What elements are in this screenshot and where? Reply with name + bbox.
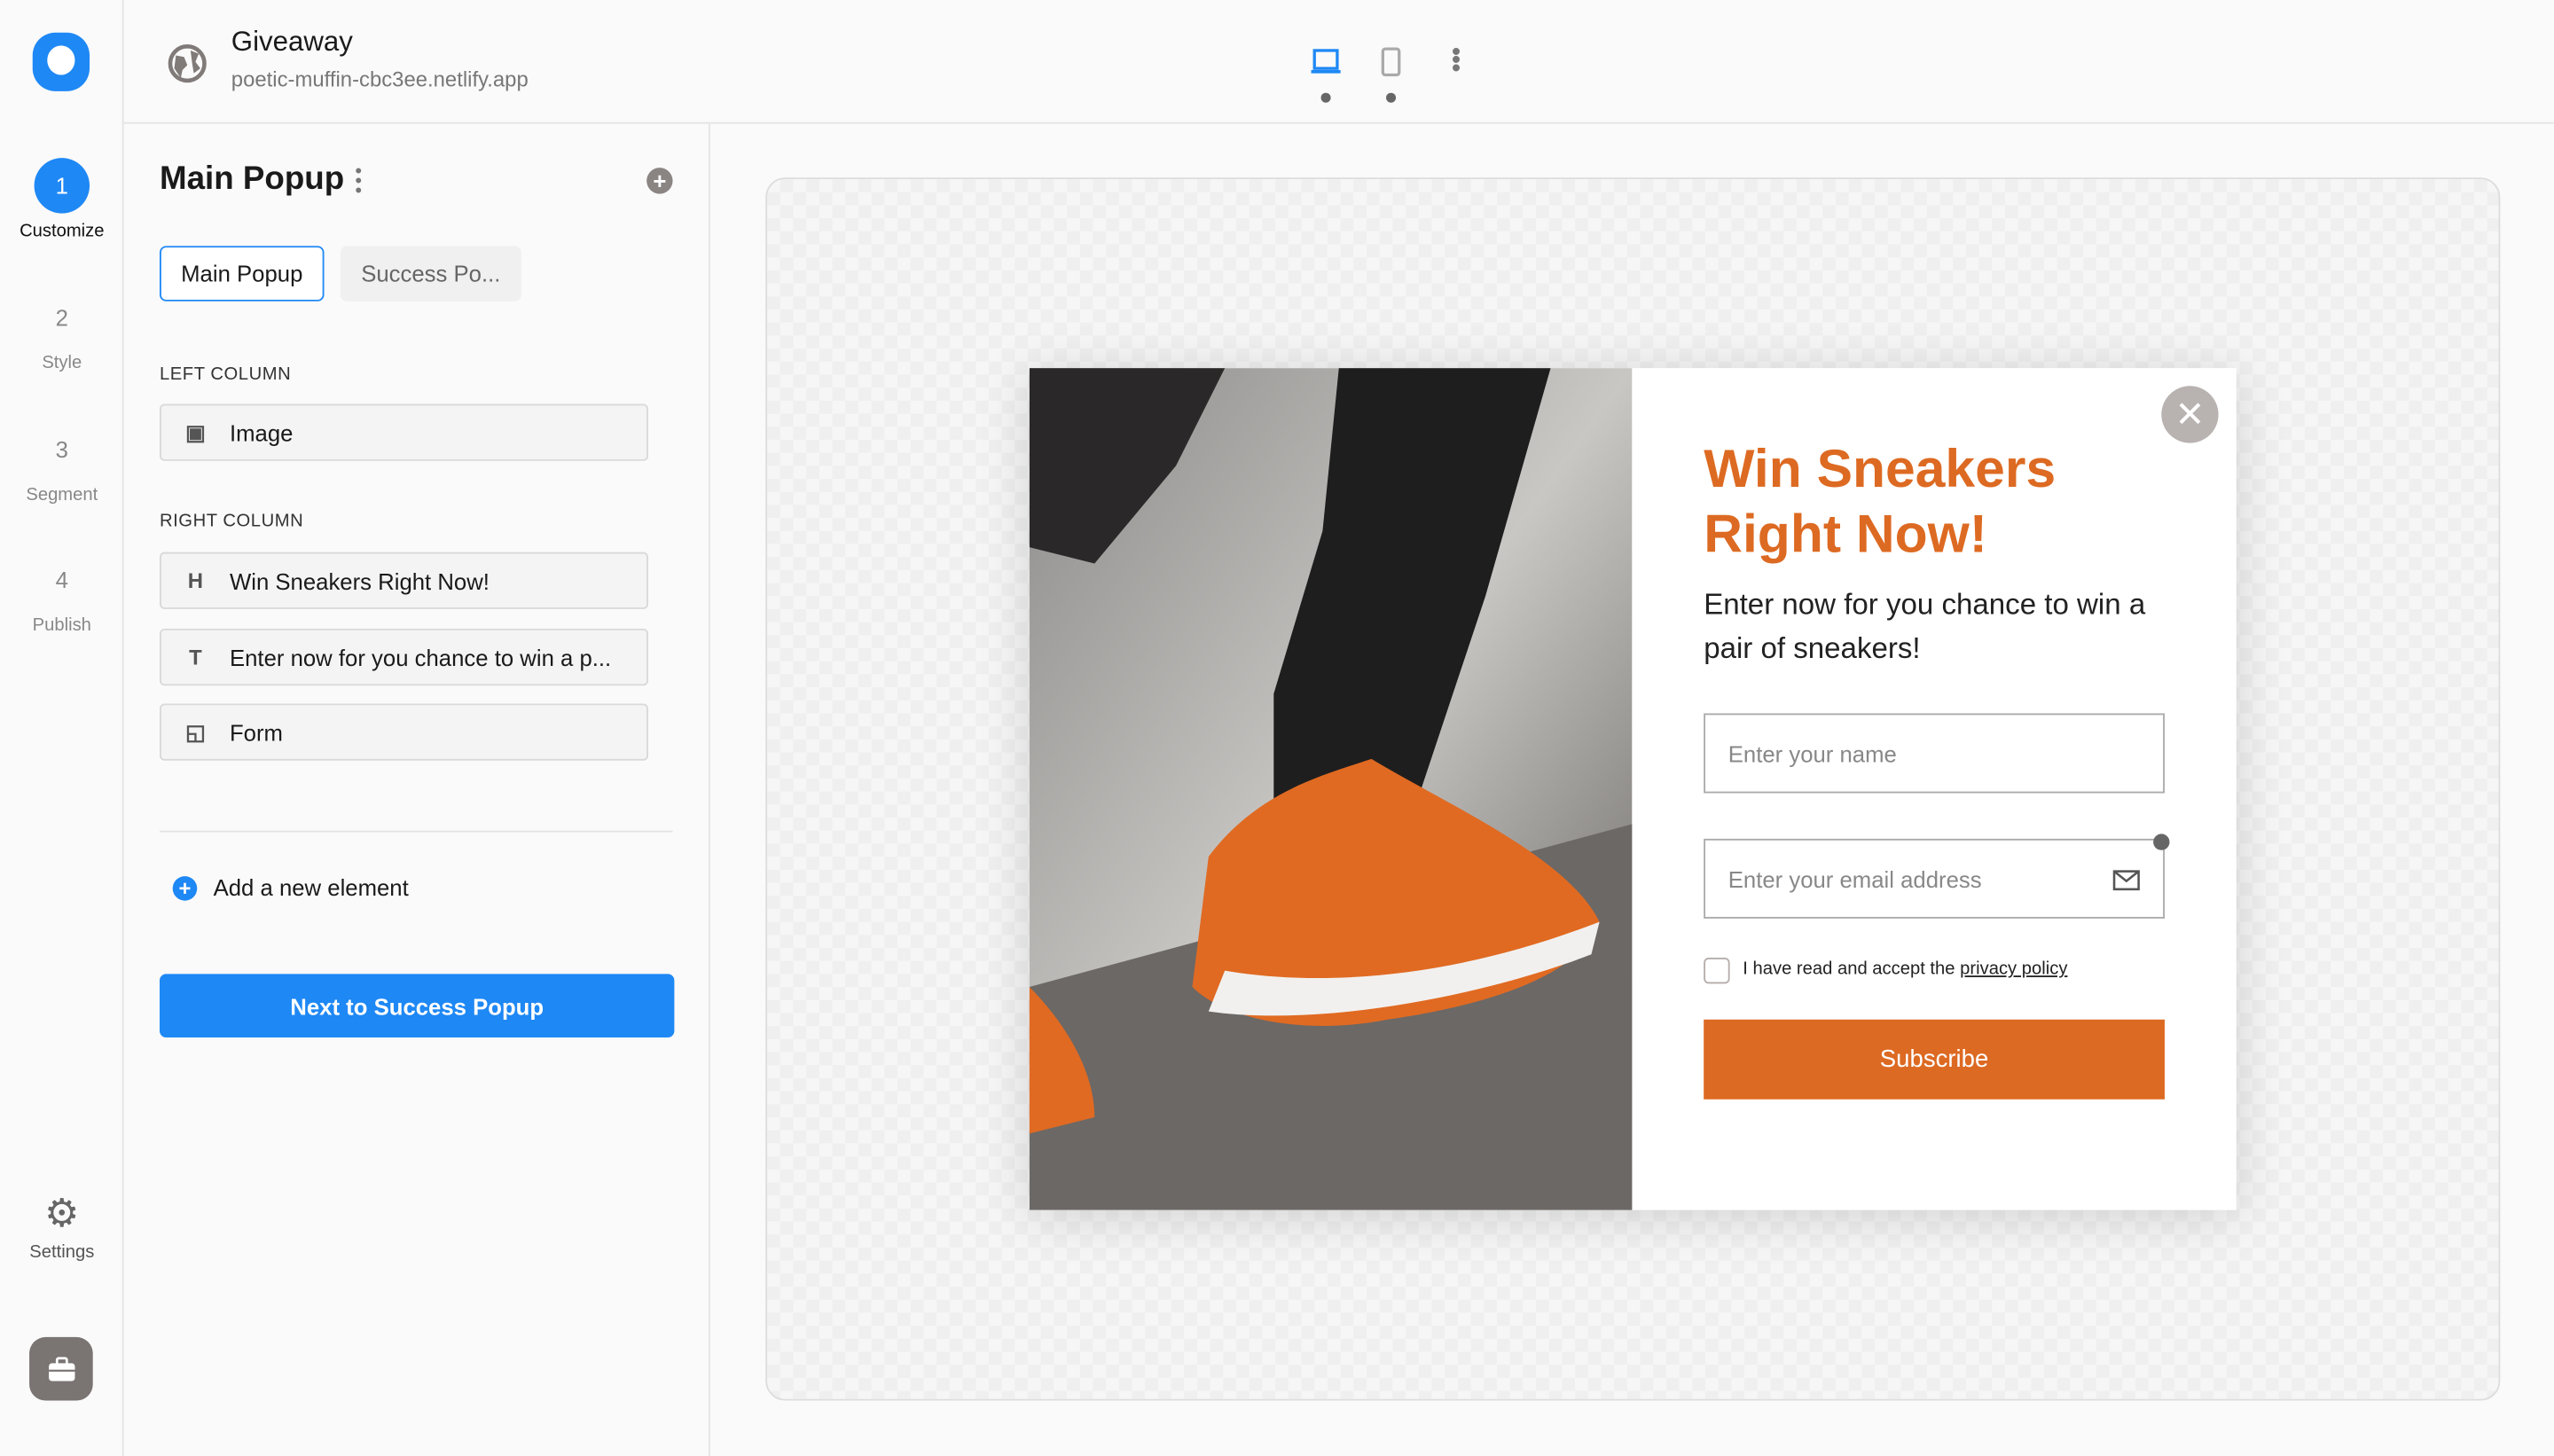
app-logo[interactable] xyxy=(33,33,90,91)
briefcase-button[interactable] xyxy=(29,1337,93,1401)
tab-success-popup[interactable]: Success Po... xyxy=(341,246,521,301)
email-placeholder: Enter your email address xyxy=(1728,865,1982,891)
step-number: 2 xyxy=(35,290,90,345)
subscribe-button[interactable]: Subscribe xyxy=(1704,1020,2165,1100)
close-icon[interactable]: ✕ xyxy=(2161,386,2218,442)
step-label: Publish xyxy=(0,615,124,635)
consent-label: I have read and accept the privacy polic… xyxy=(1743,959,2067,979)
popup-title: Win Sneakers Right Now! xyxy=(1704,436,2143,567)
email-input[interactable]: Enter your email address xyxy=(1704,839,2165,919)
panel-title: Main Popup xyxy=(160,161,344,199)
consent-text: I have read and accept the xyxy=(1743,959,1960,979)
consent-checkbox[interactable] xyxy=(1704,958,1729,983)
settings-label: Settings xyxy=(0,1242,124,1262)
left-column-label: LEFT COLUMN xyxy=(160,364,291,384)
element-label: Win Sneakers Right Now! xyxy=(230,568,490,593)
project-url[interactable]: poetic-muffin-cbc3ee.netlify.app xyxy=(231,67,529,91)
step-style[interactable]: 2 Style xyxy=(0,290,124,373)
right-column-label: RIGHT COLUMN xyxy=(160,512,303,531)
next-button[interactable]: Next to Success Popup xyxy=(160,974,674,1037)
settings-button[interactable]: ⚙ Settings xyxy=(0,1195,124,1262)
gear-icon: ⚙ xyxy=(0,1195,124,1234)
step-label: Style xyxy=(0,354,124,373)
globe-icon xyxy=(168,44,207,83)
step-number: 3 xyxy=(35,422,90,477)
form-icon: ◱ xyxy=(161,719,230,745)
step-label: Segment xyxy=(0,485,124,505)
popup-preview: ✕ Win Sneakers Right Now! Enter now for … xyxy=(1030,368,2237,1210)
step-label: Customize xyxy=(0,222,124,241)
sneaker-image xyxy=(1030,368,1633,1210)
plus-icon: + xyxy=(173,875,198,900)
step-number: 1 xyxy=(35,158,90,213)
name-input[interactable]: Enter your name xyxy=(1704,713,2165,793)
divider xyxy=(160,831,673,833)
project-title: Giveaway xyxy=(231,26,353,59)
heading-icon: H xyxy=(161,568,230,593)
left-rail: 1 Customize 2 Style 3 Segment 4 Publish ⚙ Se… xyxy=(0,0,124,1456)
popup-subtitle: Enter now for you chance to win a pair o… xyxy=(1704,583,2176,671)
element-image[interactable]: ▣Image xyxy=(160,404,648,461)
image-icon: ▣ xyxy=(161,419,230,445)
step-number: 4 xyxy=(35,552,90,607)
element-text[interactable]: TEnter now for you chance to win a p... xyxy=(160,629,648,685)
mail-icon xyxy=(2112,870,2140,891)
element-label: Image xyxy=(230,419,293,445)
add-element-label: Add a new element xyxy=(214,874,409,900)
laptop-icon xyxy=(1310,47,1343,76)
briefcase-icon xyxy=(46,1356,75,1382)
element-label: Enter now for you chance to win a p... xyxy=(230,644,611,669)
more-options-icon[interactable]: ••• xyxy=(1446,49,1466,74)
step-customize[interactable]: 1 Customize xyxy=(0,158,124,241)
add-popup-icon[interactable]: + xyxy=(646,168,672,193)
element-form[interactable]: ◱Form xyxy=(160,703,648,760)
mobile-view-toggle[interactable] xyxy=(1378,47,1404,96)
step-publish[interactable]: 4 Publish xyxy=(0,552,124,636)
add-element-button[interactable]: + Add a new element xyxy=(173,874,409,900)
top-bar: Giveaway poetic-muffin-cbc3ee.netlify.ap… xyxy=(124,0,2554,124)
desktop-view-toggle[interactable] xyxy=(1310,47,1343,96)
text-icon: T xyxy=(161,645,230,669)
privacy-policy-link[interactable]: privacy policy xyxy=(1960,959,2067,979)
element-label: Form xyxy=(230,719,283,745)
tab-main-popup[interactable]: Main Popup xyxy=(160,246,325,301)
popup-menu-icon[interactable]: ••• xyxy=(355,166,362,195)
element-heading[interactable]: HWin Sneakers Right Now! xyxy=(160,552,648,609)
element-panel xyxy=(124,124,710,1456)
mobile-icon xyxy=(1378,47,1404,76)
required-marker xyxy=(2153,834,2169,849)
step-segment[interactable]: 3 Segment xyxy=(0,422,124,505)
